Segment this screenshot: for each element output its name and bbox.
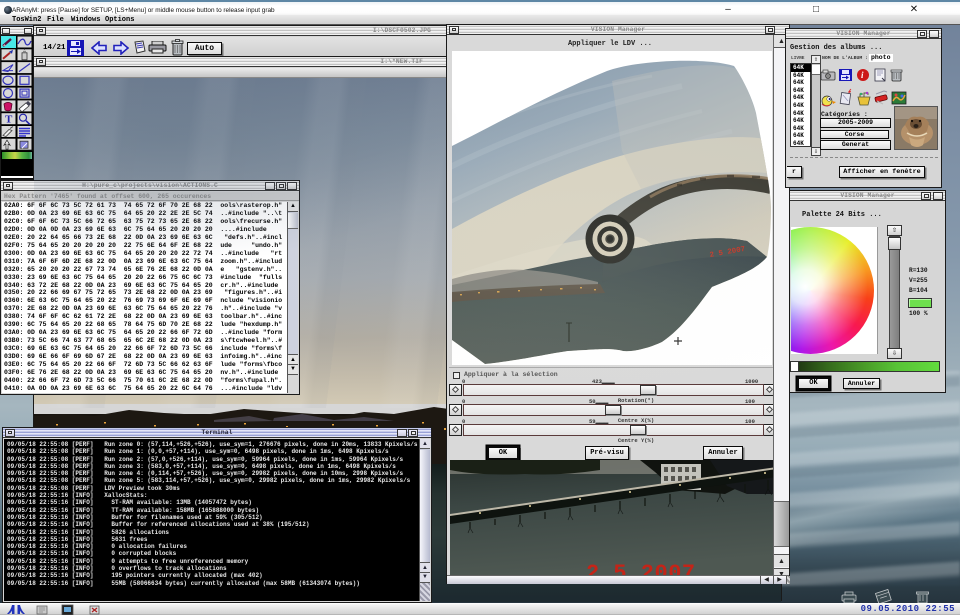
svg-text:2 5 2007: 2 5 2007 [586,561,696,575]
svg-text:T: T [5,114,13,126]
